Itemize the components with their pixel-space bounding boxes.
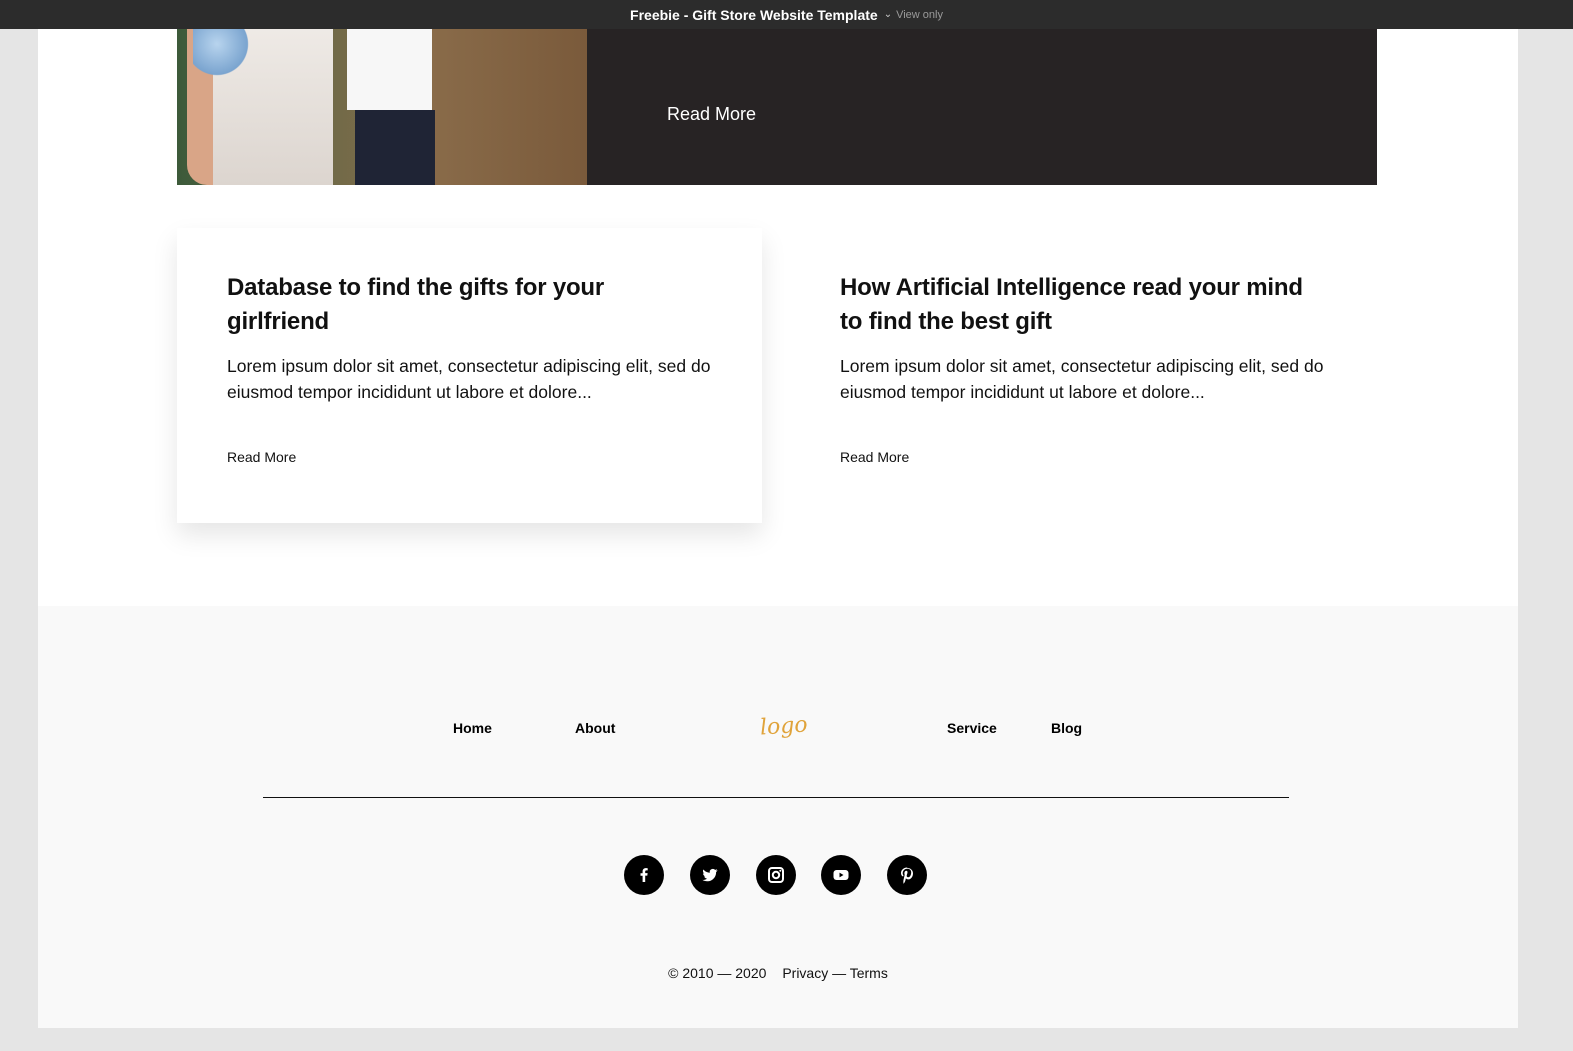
article-card: Database to find the gifts for your girl… [177,228,762,523]
article-excerpt: Lorem ipsum dolor sit amet, consectetur … [840,356,1324,402]
youtube-icon[interactable] [821,855,861,895]
footer: Home About Service Blog logo © 2010 — 20… [38,606,1518,1028]
article-read-more-link[interactable]: Read More [227,449,296,465]
view-mode-label: View only [896,8,943,21]
nav-about-link[interactable]: About [575,720,615,736]
page-canvas: Read More Database to find the gifts for… [38,0,1518,1028]
nav-home-link[interactable]: Home [453,720,492,736]
top-bar: Freebie - Gift Store Website Template ⌄ … [0,0,1573,29]
copyright-bar: © 2010 — 2020 Privacy — Terms [38,965,1518,981]
article-title[interactable]: How Artificial Intelligence read your mi… [840,271,1325,339]
article-excerpt: Lorem ipsum dolor sit amet, consectetur … [227,356,711,402]
article-read-more-link[interactable]: Read More [840,449,909,465]
twitter-icon[interactable] [690,855,730,895]
hero-read-more-link[interactable]: Read More [667,104,756,125]
nav-service-link[interactable]: Service [947,720,997,736]
instagram-icon[interactable] [756,855,796,895]
facebook-icon[interactable] [624,855,664,895]
pinterest-icon[interactable] [887,855,927,895]
article-card: How Artificial Intelligence read your mi… [790,228,1375,523]
copyright-text: © 2010 — 2020 [668,965,767,981]
footer-divider [263,797,1289,798]
chevron-down-icon[interactable]: ⌄ [884,9,892,20]
logo[interactable]: logo [759,712,808,740]
document-title[interactable]: Freebie - Gift Store Website Template [630,7,878,23]
nav-blog-link[interactable]: Blog [1051,720,1082,736]
article-title[interactable]: Database to find the gifts for your girl… [227,271,712,339]
legal-links[interactable]: Privacy — Terms [782,965,888,981]
